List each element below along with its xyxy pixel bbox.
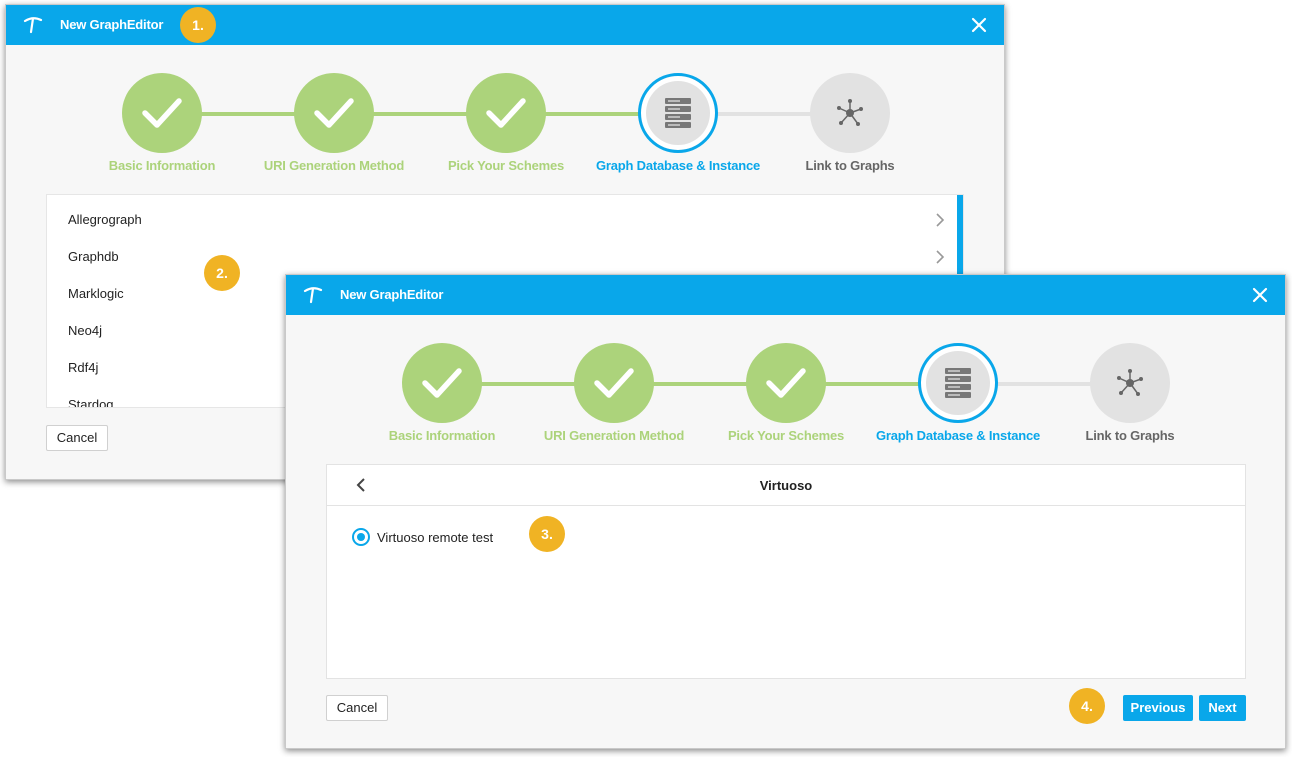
step-label: Pick Your Schemes <box>447 158 565 173</box>
cancel-button[interactable]: Cancel <box>326 695 388 721</box>
cancel-button[interactable]: Cancel <box>46 425 108 451</box>
checkmark-icon <box>314 98 354 128</box>
step-label: Graph Database & Instance <box>595 158 761 173</box>
step-circle <box>746 343 826 423</box>
close-icon[interactable] <box>1251 286 1269 304</box>
list-item-allegrograph[interactable]: Allegrograph <box>47 201 957 238</box>
step-label: Link to Graphs <box>1085 428 1175 443</box>
step-label: Graph Database & Instance <box>875 428 1041 443</box>
step-circle <box>810 73 890 153</box>
dialog-title: New GraphEditor <box>340 287 444 302</box>
list-item-label: Graphdb <box>68 249 119 264</box>
annotation-badge-1: 1. <box>180 7 216 43</box>
annotation-badge-3: 3. <box>529 516 565 552</box>
chevron-right-icon <box>936 250 945 264</box>
step-label: Basic Information <box>108 158 216 173</box>
virtuoso-instance-panel: Virtuoso Virtuoso remote test <box>326 464 1246 679</box>
new-grapheditor-dialog-virtuoso: New GraphEditor Basic Information URI Ge… <box>285 274 1286 749</box>
step-label: URI Generation Method <box>263 158 405 173</box>
list-item-label: Rdf4j <box>68 360 99 375</box>
annotation-badge-2: 2. <box>204 255 240 291</box>
step-graph-database-instance[interactable]: Graph Database & Instance <box>872 343 1044 443</box>
step-circle <box>638 73 718 153</box>
step-graph-database-instance[interactable]: Graph Database & Instance <box>592 73 764 173</box>
panel-header: Virtuoso <box>327 465 1245 506</box>
database-server-icon <box>945 368 971 398</box>
previous-button[interactable]: Previous <box>1123 695 1193 721</box>
step-label: Link to Graphs <box>805 158 895 173</box>
list-item-label: Neo4j <box>68 323 102 338</box>
graph-network-icon <box>1117 369 1143 396</box>
list-item-label: Allegrograph <box>68 212 142 227</box>
step-label: Pick Your Schemes <box>727 428 845 443</box>
step-circle <box>574 343 654 423</box>
step-circle <box>122 73 202 153</box>
step-circle <box>294 73 374 153</box>
step-circle <box>402 343 482 423</box>
panel-title: Virtuoso <box>759 478 813 493</box>
step-uri-generation-method[interactable]: URI Generation Method <box>528 343 700 443</box>
wizard-stepper: Basic Information URI Generation Method … <box>286 315 1285 455</box>
step-label: Basic Information <box>388 428 496 443</box>
close-icon[interactable] <box>970 16 988 34</box>
list-item-label: Stardog <box>68 397 114 408</box>
step-link-to-graphs[interactable]: Link to Graphs <box>1044 343 1216 443</box>
dialog-titlebar: New GraphEditor <box>286 275 1285 315</box>
step-basic-information[interactable]: Basic Information <box>356 343 528 443</box>
dialog-titlebar: New GraphEditor <box>6 5 1004 45</box>
step-circle <box>1090 343 1170 423</box>
step-basic-information[interactable]: Basic Information <box>76 73 248 173</box>
checkmark-icon <box>422 368 462 398</box>
dialog-title: New GraphEditor <box>60 17 164 32</box>
step-link-to-graphs[interactable]: Link to Graphs <box>764 73 936 173</box>
step-pick-your-schemes[interactable]: Pick Your Schemes <box>420 73 592 173</box>
annotation-badge-4: 4. <box>1069 688 1105 724</box>
list-item-label: Marklogic <box>68 286 124 301</box>
checkmark-icon <box>594 368 634 398</box>
database-server-icon <box>665 98 691 128</box>
step-uri-generation-method[interactable]: URI Generation Method <box>248 73 420 173</box>
step-circle <box>466 73 546 153</box>
grapheditor-logo-icon <box>23 17 43 34</box>
checkmark-icon <box>766 368 806 398</box>
chevron-right-icon <box>936 213 945 227</box>
radio-selected[interactable] <box>352 528 370 546</box>
grapheditor-logo-icon <box>303 287 323 304</box>
instance-label: Virtuoso remote test <box>377 530 494 545</box>
checkmark-icon <box>142 98 182 128</box>
step-pick-your-schemes[interactable]: Pick Your Schemes <box>700 343 872 443</box>
step-circle <box>918 343 998 423</box>
wizard-stepper: Basic Information URI Generation Method … <box>6 45 1004 185</box>
next-button[interactable]: Next <box>1199 695 1246 721</box>
graph-network-icon <box>837 99 863 126</box>
checkmark-icon <box>486 98 526 128</box>
step-label: URI Generation Method <box>543 428 685 443</box>
list-item-graphdb[interactable]: Graphdb <box>47 238 957 275</box>
